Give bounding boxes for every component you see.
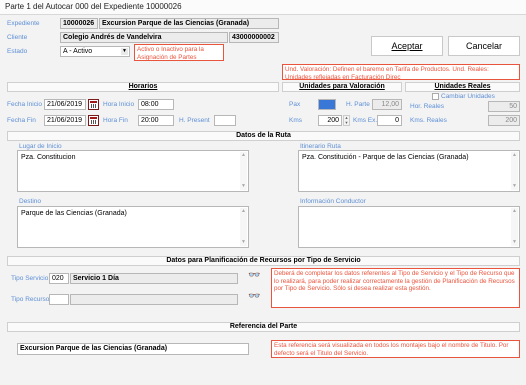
hor-reales-label: Hor. Reales xyxy=(410,103,444,110)
window-title: Parte 1 del Autocar 000 del Expediente 1… xyxy=(5,2,182,11)
h-parte-field: 12,00 xyxy=(372,99,402,110)
cliente-label: Cliente xyxy=(7,34,28,41)
expediente-number-field: 10000026 xyxy=(60,18,98,29)
scrollbar[interactable]: ▲ ▼ xyxy=(240,208,247,246)
tipo-recurso-label: Tipo Recurso xyxy=(11,296,50,303)
parte-window: Parte 1 del Autocar 000 del Expediente 1… xyxy=(0,0,526,385)
pax-label: Pax xyxy=(289,101,301,108)
h-present-label: H. Present xyxy=(179,117,210,124)
datos-ruta-header-label: Datos de la Ruta xyxy=(236,132,291,139)
tipo-servicio-name-field: Servicio 1 Día xyxy=(70,273,238,284)
planificacion-header-label: Datos para Planificación de Recursos por… xyxy=(166,257,361,264)
chevron-down-icon: ▼ xyxy=(121,48,128,55)
horarios-header-label: Horarios xyxy=(128,83,158,90)
fecha-fin-field[interactable]: 21/06/2019 xyxy=(44,115,86,126)
planificacion-note: Deberá de completar los datos referentes… xyxy=(271,268,520,308)
referencia-field[interactable]: Excursion Parque de las Ciencias (Granad… xyxy=(17,343,249,355)
tipo-recurso-code-field[interactable] xyxy=(49,294,69,305)
planificacion-header: Datos para Planificación de Recursos por… xyxy=(7,256,520,266)
estado-label: Estado xyxy=(7,48,28,55)
lugar-inicio-label: Lugar de Inicio xyxy=(19,143,62,150)
destino-label: Destino xyxy=(19,198,42,205)
estado-select[interactable]: A - Activo ▼ xyxy=(60,46,130,57)
lugar-inicio-textarea[interactable]: Pza. Constitucion ▲ ▼ xyxy=(17,150,249,192)
scrollbar[interactable]: ▲ ▼ xyxy=(511,152,518,190)
hora-fin-label: Hora Fin xyxy=(103,117,128,124)
unidades-reales-header-label: Unidades Reales xyxy=(434,83,491,90)
horarios-header: Horarios xyxy=(7,82,279,92)
expediente-label: Expediente xyxy=(7,20,40,27)
tipo-servicio-code-field[interactable]: 020 xyxy=(49,273,69,284)
lugar-inicio-text: Pza. Constitucion xyxy=(21,154,76,161)
estado-select-value: A - Activo xyxy=(63,48,93,55)
calendar-icon[interactable] xyxy=(88,115,99,126)
binoculars-icon[interactable]: 👓 xyxy=(248,291,260,302)
binoculars-icon[interactable]: 👓 xyxy=(248,270,260,281)
cliente-code-field: 43000000002 xyxy=(229,32,279,43)
fecha-inicio-label: Fecha Inicio xyxy=(7,101,43,108)
cancelar-button-label: Cancelar xyxy=(465,41,503,51)
tipo-servicio-label: Tipo Servicio xyxy=(11,275,49,282)
info-conductor-label: Información Conductor xyxy=(300,198,366,205)
kms-reales-label: Kms. Reales xyxy=(410,117,447,124)
calendar-icon[interactable] xyxy=(88,99,99,110)
unidades-valoracion-header-label: Unidades para Valoración xyxy=(299,83,385,90)
pax-field[interactable] xyxy=(318,99,336,110)
itinerario-text: Pza. Constitución - Parque de las Cienci… xyxy=(302,154,469,161)
h-parte-label: H. Parte xyxy=(346,101,370,108)
unidades-reales-header: Unidades Reales xyxy=(405,82,520,92)
info-conductor-textarea[interactable]: ▲ ▼ xyxy=(298,206,520,248)
tipo-recurso-name-field xyxy=(70,294,238,305)
expediente-name-field: Excursion Parque de las Ciencias (Granad… xyxy=(99,18,279,29)
destino-text: Parque de las Ciencias (Granada) xyxy=(21,210,127,217)
kms-field[interactable]: 200 xyxy=(318,115,342,126)
kms-stepper[interactable]: ▲ ▼ xyxy=(343,115,350,126)
estado-note: Activo o Inactivo para la Asignación de … xyxy=(134,44,224,61)
referencia-note: Esta referencia será visualizada en todo… xyxy=(271,340,520,358)
kms-ex-label: Kms Ex. xyxy=(353,117,378,124)
hora-fin-field[interactable]: 20:00 xyxy=(138,115,174,126)
destino-textarea[interactable]: Parque de las Ciencias (Granada) ▲ ▼ xyxy=(17,206,249,248)
hora-inicio-field[interactable]: 08:00 xyxy=(138,99,174,110)
h-present-field[interactable] xyxy=(214,115,236,126)
datos-ruta-header: Datos de la Ruta xyxy=(7,131,520,141)
hora-inicio-label: Hora Inicio xyxy=(103,101,135,108)
cambiar-unidades-label: Cambiar Unidades xyxy=(441,93,495,100)
kms-reales-field: 200 xyxy=(488,115,520,126)
unidades-note: Und. Valoración: Definen el baremo en Ta… xyxy=(282,64,520,80)
aceptar-button-label: Aceptar xyxy=(391,41,423,51)
aceptar-button[interactable]: Aceptar xyxy=(371,36,443,56)
fecha-fin-label: Fecha Fin xyxy=(7,117,36,124)
cambiar-unidades-checkbox[interactable] xyxy=(432,93,439,100)
unidades-valoracion-header: Unidades para Valoración xyxy=(282,82,402,92)
scrollbar[interactable]: ▲ ▼ xyxy=(240,152,247,190)
hor-reales-field: 50 xyxy=(488,101,520,112)
referencia-header-label: Referencia del Parte xyxy=(229,323,298,330)
kms-label: Kms xyxy=(289,117,302,124)
referencia-header: Referencia del Parte xyxy=(7,322,520,332)
cliente-name-field: Colegio Andrés de Vandelvira xyxy=(60,32,228,43)
fecha-inicio-field[interactable]: 21/06/2019 xyxy=(44,99,86,110)
kms-ex-field[interactable]: 0 xyxy=(377,115,402,126)
cancelar-button[interactable]: Cancelar xyxy=(448,36,520,56)
title-bar: Parte 1 del Autocar 000 del Expediente 1… xyxy=(0,0,526,15)
itinerario-label: Itinerario Ruta xyxy=(300,143,341,150)
scrollbar[interactable]: ▲ ▼ xyxy=(511,208,518,246)
itinerario-textarea[interactable]: Pza. Constitución - Parque de las Cienci… xyxy=(298,150,520,192)
